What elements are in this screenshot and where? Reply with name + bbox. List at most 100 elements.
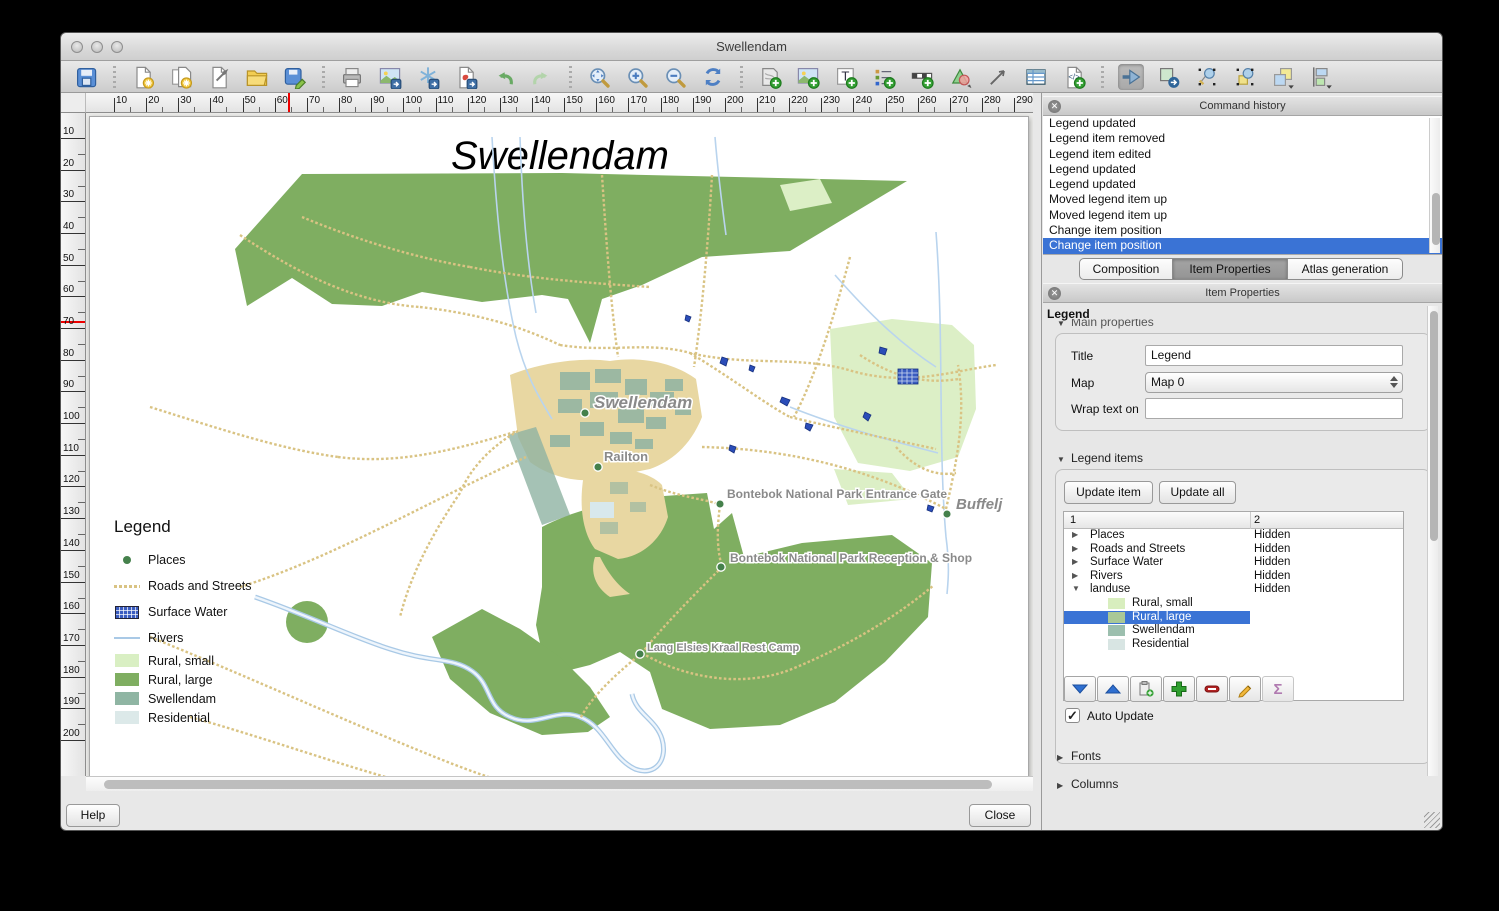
tab-item-properties[interactable]: Item Properties — [1173, 258, 1288, 280]
export-image-icon[interactable] — [377, 64, 403, 90]
collapsed-arrow-icon[interactable]: ▶ — [1072, 557, 1078, 566]
close-button[interactable]: Close — [969, 804, 1031, 827]
align-items-icon[interactable] — [1308, 64, 1334, 90]
move-item-content-icon[interactable] — [1156, 64, 1182, 90]
redo-icon[interactable] — [529, 64, 555, 90]
wrap-text-field[interactable] — [1145, 398, 1403, 419]
legend-tree-row[interactable]: ▼landuseHidden — [1064, 583, 1403, 597]
legend-tree-row[interactable]: ▶Roads and StreetsHidden — [1064, 543, 1403, 557]
edit-nodes-alt-icon[interactable] — [1232, 64, 1258, 90]
horizontal-scrollbar[interactable] — [86, 776, 1033, 791]
legend-tree-row[interactable]: ▶Surface WaterHidden — [1064, 556, 1403, 570]
tab-composition[interactable]: Composition — [1079, 258, 1173, 280]
count-features-button[interactable]: Σ — [1262, 676, 1294, 702]
section-fonts[interactable]: ▶Fonts — [1057, 749, 1101, 763]
duplicate-composition-icon[interactable] — [168, 64, 194, 90]
legend-tree-row[interactable]: ▶PlacesHidden — [1064, 529, 1403, 543]
legend-tree-row[interactable]: Rural, small — [1064, 597, 1403, 611]
section-legend-items[interactable]: ▼Legend items — [1057, 451, 1143, 465]
composer-manager-icon[interactable] — [206, 64, 232, 90]
edit-nodes-icon[interactable] — [1194, 64, 1220, 90]
section-columns[interactable]: ▶Columns — [1057, 777, 1118, 791]
export-svg-icon[interactable] — [415, 64, 441, 90]
add-item-button[interactable] — [1163, 676, 1195, 702]
command-history-list[interactable]: Legend updatedLegend item removedLegend … — [1043, 116, 1442, 255]
zoom-out-icon[interactable] — [662, 64, 688, 90]
zoom-in-icon[interactable] — [624, 64, 650, 90]
select-move-item-icon[interactable] — [1118, 64, 1144, 90]
history-item[interactable]: Moved legend item up — [1043, 192, 1442, 207]
legend-items-tree[interactable]: 1 2 ▶PlacesHidden▶Roads and StreetsHidde… — [1063, 511, 1404, 701]
cursor-position-marker-h — [288, 93, 290, 112]
add-attribute-table-icon[interactable] — [1023, 64, 1049, 90]
save-icon[interactable] — [73, 64, 99, 90]
scrollbar-thumb[interactable] — [1432, 193, 1440, 245]
window-resize-grip[interactable] — [1424, 812, 1440, 828]
legend-item-label: Rural, large — [148, 673, 213, 687]
collapsed-arrow-icon[interactable]: ▶ — [1072, 544, 1078, 553]
help-button[interactable]: Help — [66, 804, 120, 827]
horizontal-scrollbar-thumb[interactable] — [104, 780, 992, 789]
move-item-up-button[interactable] — [1097, 676, 1129, 702]
print-icon[interactable] — [339, 64, 365, 90]
section-main-properties[interactable]: ▼Main properties — [1057, 319, 1154, 331]
refresh-icon[interactable] — [700, 64, 726, 90]
add-shape-icon[interactable] — [947, 64, 973, 90]
tab-atlas-generation[interactable]: Atlas generation — [1288, 258, 1403, 280]
ruler-tick-label: 150 — [566, 95, 583, 106]
collapsed-arrow-icon[interactable]: ▶ — [1072, 530, 1078, 539]
map-legend-item: Rural, large — [114, 670, 344, 689]
undo-icon[interactable] — [491, 64, 517, 90]
auto-update-checkbox[interactable]: ✓ — [1065, 708, 1080, 723]
history-item[interactable]: Change item position — [1043, 238, 1442, 253]
title-field[interactable]: Legend — [1145, 345, 1403, 366]
history-item[interactable]: Legend updated — [1043, 177, 1442, 192]
remove-item-button[interactable] — [1196, 676, 1228, 702]
map-legend[interactable]: Legend PlacesRoads and StreetsSurface Wa… — [114, 517, 344, 727]
history-item[interactable]: Moved legend item up — [1043, 208, 1442, 223]
edit-item-button[interactable] — [1229, 676, 1261, 702]
legend-tree-row[interactable]: Residential — [1064, 638, 1403, 652]
add-label-icon[interactable]: T — [833, 64, 859, 90]
map-legend-item: Places — [114, 547, 344, 573]
history-item[interactable]: Legend item removed — [1043, 131, 1442, 146]
titlebar[interactable]: Swellendam — [61, 33, 1442, 61]
add-scalebar-icon[interactable] — [909, 64, 935, 90]
map-select[interactable]: Map 0 — [1145, 372, 1403, 393]
ruler-minor-tick — [419, 107, 420, 112]
new-composition-icon[interactable] — [130, 64, 156, 90]
item-properties-scrollbar[interactable] — [1427, 306, 1438, 776]
add-image-icon[interactable] — [795, 64, 821, 90]
move-item-down-button[interactable] — [1064, 676, 1096, 702]
open-icon[interactable] — [244, 64, 270, 90]
close-panel-icon[interactable]: ✕ — [1048, 100, 1061, 113]
update-item-button[interactable]: Update item — [1064, 481, 1153, 504]
export-pdf-icon[interactable] — [453, 64, 479, 90]
history-item[interactable]: Change item position — [1043, 223, 1442, 238]
add-legend-icon[interactable] — [871, 64, 897, 90]
group-items-icon[interactable] — [1270, 64, 1296, 90]
zoom-full-icon[interactable] — [586, 64, 612, 90]
legend-tree-row[interactable]: Rural, large — [1064, 611, 1403, 625]
add-html-icon[interactable]: </> — [1061, 64, 1087, 90]
collapsed-arrow-icon[interactable]: ▶ — [1072, 571, 1078, 580]
add-map-icon[interactable] — [757, 64, 783, 90]
add-arrow-icon[interactable] — [985, 64, 1011, 90]
history-item[interactable]: Legend updated — [1043, 162, 1442, 177]
close-panel-icon[interactable]: ✕ — [1048, 287, 1061, 300]
ruler-tick — [307, 98, 308, 112]
scrollbar-thumb[interactable] — [1430, 311, 1438, 541]
legend-tree-row[interactable]: Swellendam — [1064, 624, 1403, 638]
update-all-button[interactable]: Update all — [1159, 481, 1236, 504]
ruler-tick-label: 180 — [663, 95, 680, 106]
add-group-button[interactable] — [1130, 676, 1162, 702]
composition-page[interactable]: Swellendam — [89, 116, 1029, 776]
save-as-icon[interactable] — [282, 64, 308, 90]
ruler-tick — [114, 98, 115, 112]
command-history-scrollbar[interactable] — [1429, 118, 1440, 253]
legend-tree-row[interactable]: ▶RiversHidden — [1064, 570, 1403, 584]
expanded-arrow-icon[interactable]: ▼ — [1072, 584, 1080, 593]
history-item[interactable]: Legend item edited — [1043, 147, 1442, 162]
history-item[interactable]: Legend updated — [1043, 116, 1442, 131]
composer-canvas[interactable]: Swellendam — [86, 113, 1033, 776]
